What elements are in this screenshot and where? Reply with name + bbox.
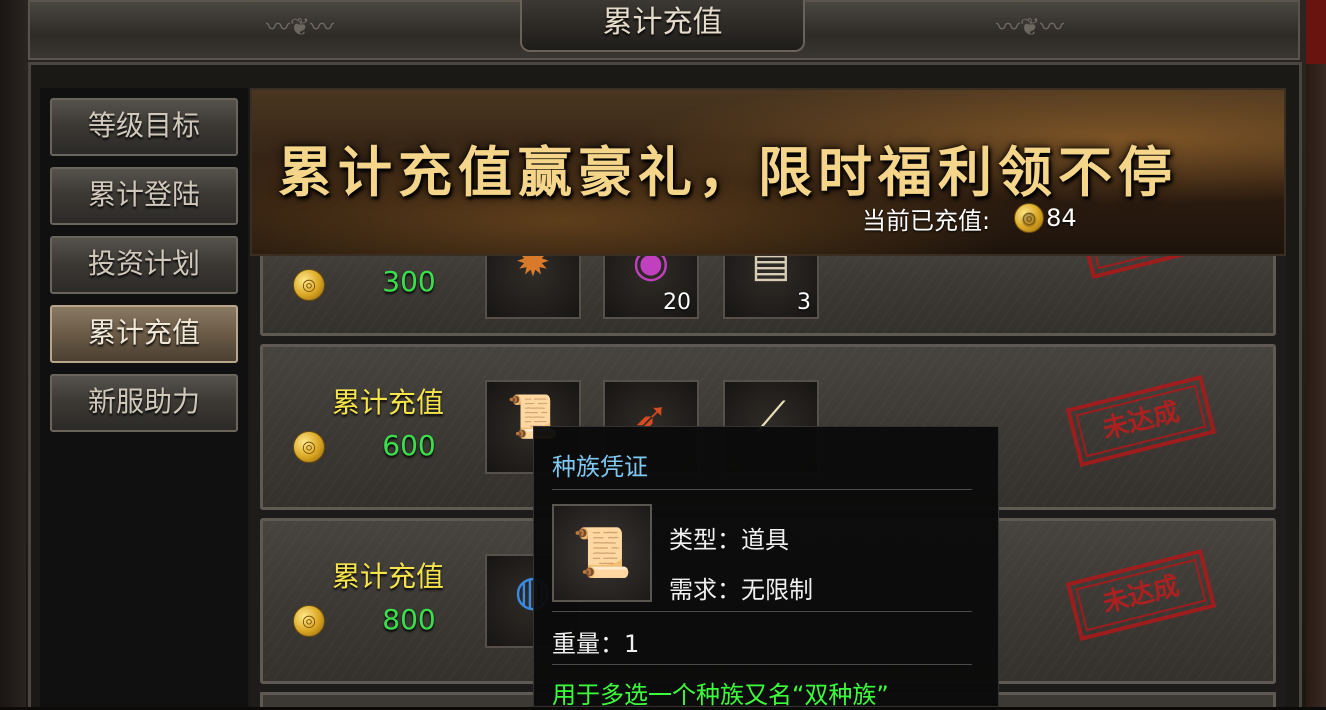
divider [552, 611, 972, 612]
right-edge [1306, 0, 1326, 707]
tooltip-requirement: 需求：无限制 [669, 576, 813, 604]
sidebar: 等级目标 累计登陆 投资计划 累计充值 新服助力 [40, 88, 248, 707]
dragon-ornament-icon: 〰❦〰 [265, 13, 335, 41]
gold-coin-icon: ◎ [293, 605, 325, 637]
item-tooltip: 种族凭证 📜 类型：道具 需求：无限制 重量：1 用于多选一个种族又名“双种族” [533, 426, 999, 709]
recharge-label: 当前已充值: [862, 206, 991, 235]
sidebar-item-investment-plan[interactable]: 投资计划 [50, 236, 238, 294]
sidebar-item-level-goal[interactable]: 等级目标 [50, 98, 238, 156]
left-edge [0, 0, 26, 707]
dragon-ornament-icon: 〰❦〰 [995, 13, 1065, 41]
banner-slogan: 累计充值赢豪礼，限时福利领不停 [278, 140, 1178, 204]
parchment-scroll-icon: 📜 [552, 504, 652, 602]
reward-row: ◎ 300 ✹ ◉ 20 ▤ 3 [260, 256, 1276, 336]
gold-coin-icon: ◎ [1014, 203, 1045, 233]
item-quantity: 3 [797, 290, 811, 315]
divider [552, 664, 972, 665]
sidebar-item-cumulative-recharge[interactable]: 累计充值 [50, 305, 238, 363]
recharge-value: 84 [1046, 204, 1077, 232]
title-plate: 累计充值 [520, 0, 805, 52]
tooltip-description: 用于多选一个种族又名“双种族” [552, 681, 889, 709]
tooltip-item-name: 种族凭证 [552, 453, 648, 481]
row-amount: 300 [382, 265, 436, 298]
row-label: 累计充值 [331, 386, 444, 419]
gold-coin-icon: ◎ [293, 269, 325, 301]
sidebar-item-cumulative-login[interactable]: 累计登陆 [50, 167, 238, 225]
item-quantity: 20 [663, 290, 691, 315]
window-title: 累计充值 [602, 5, 723, 40]
row-label: 累计充值 [331, 560, 444, 593]
gold-coin-icon: ◎ [293, 431, 325, 463]
not-achieved-stamp: 未达成 [1065, 374, 1217, 468]
purple-gem-icon[interactable]: ◉ 20 [603, 256, 699, 319]
tooltip-weight: 重量：1 [552, 630, 640, 658]
tooltip-type: 类型：道具 [669, 526, 789, 554]
fire-orb-icon[interactable]: ✹ [485, 256, 581, 319]
not-achieved-stamp: 未达成 [1065, 548, 1217, 642]
sidebar-item-new-server-help[interactable]: 新服助力 [50, 374, 238, 432]
not-achieved-stamp [1077, 256, 1229, 280]
scroll-box-icon[interactable]: ▤ 3 [723, 256, 819, 319]
row-amount: 800 [382, 603, 436, 636]
divider [552, 489, 972, 490]
current-recharge: 当前已充值: ◎ 84 [862, 200, 1077, 236]
promo-banner: 累计充值赢豪礼，限时福利领不停 当前已充值: ◎ 84 [250, 88, 1286, 256]
row-amount: 600 [382, 429, 436, 462]
